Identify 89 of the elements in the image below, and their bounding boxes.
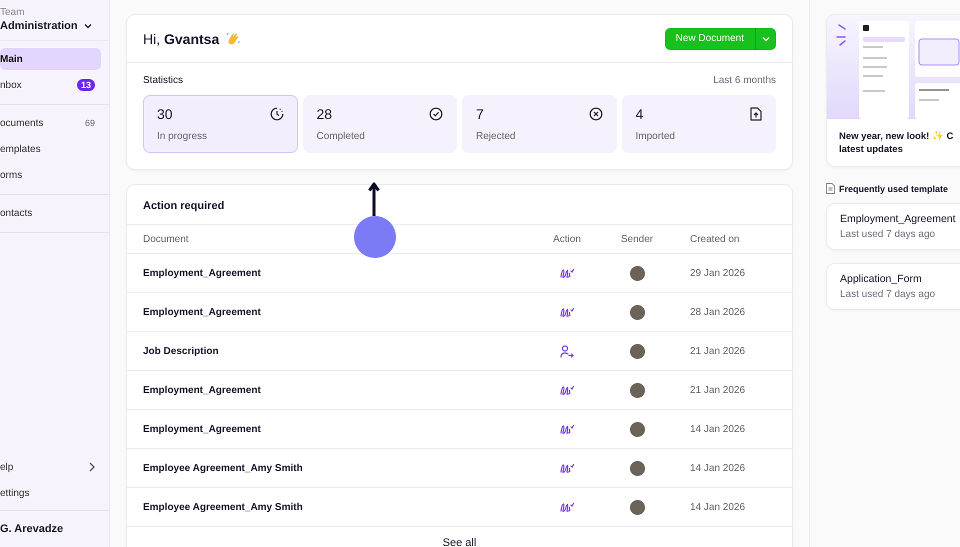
nav-item[interactable]: ocuments 69 (0, 112, 101, 134)
news-card[interactable]: New year, new look! ✨ C latest updates (826, 14, 960, 167)
signature-icon[interactable] (560, 384, 574, 396)
chevron-right-icon (89, 462, 95, 472)
date-text: 14 Jan 2026 (689, 462, 746, 474)
stat-label: Rejected (476, 131, 516, 142)
document-name[interactable]: Employment_Agreement (143, 306, 542, 318)
sender-avatar (630, 422, 644, 436)
section-title: Action required (143, 199, 224, 214)
date-text: 14 Jan 2026 (689, 502, 746, 512)
sender-avatar (630, 460, 644, 476)
up-arrow-icon (368, 181, 380, 217)
chevron-down-icon (84, 23, 92, 29)
sender-avatar (630, 500, 644, 514)
stat-card[interactable]: 28 Completed (302, 95, 457, 153)
document-name[interactable]: Employment_Agreement (143, 424, 542, 434)
check-circle-icon (429, 107, 443, 121)
sender-avatar (630, 344, 644, 358)
stat-card[interactable]: 7 Rejected (462, 95, 616, 153)
template-card[interactable]: Application_Form Last used 7 days ago (826, 263, 960, 310)
date-text: 28 Jan 2026 (689, 306, 746, 318)
sender-avatar (630, 266, 644, 280)
nav-item[interactable]: orms (0, 164, 101, 186)
user-name[interactable]: G. Arevadze (0, 511, 109, 547)
nav-label: ocuments (0, 118, 44, 128)
signature-icon[interactable] (560, 502, 574, 512)
nav-label: elp (0, 462, 14, 472)
caret-icon (762, 36, 770, 42)
signature-icon[interactable] (560, 306, 574, 318)
templates-title: Frequently used template (839, 184, 948, 194)
stat-value: 28 (316, 106, 332, 122)
document-icon (826, 183, 835, 194)
stat-value: 30 (157, 106, 173, 122)
date-text: 29 Jan 2026 (689, 268, 746, 278)
nav-label: orms (0, 170, 22, 180)
stat-value: 7 (476, 106, 484, 122)
nav-item[interactable]: Main (0, 48, 101, 70)
document-name[interactable]: Employee Agreement_Amy Smith (143, 502, 542, 512)
team-label: Team (0, 7, 26, 18)
item-count: 69 (84, 118, 95, 128)
sender-avatar (630, 304, 644, 320)
nav-item[interactable]: ontacts (0, 202, 101, 224)
date-text: 21 Jan 2026 (689, 346, 746, 356)
column-header: Sender (620, 234, 654, 244)
document-name[interactable]: Employee Agreement_Amy Smith (143, 462, 542, 474)
greeting: Hi, Gvantsa (143, 30, 220, 46)
template-name: Employment_Agreement (840, 213, 957, 225)
signature-icon[interactable] (560, 268, 574, 278)
signature-icon[interactable] (560, 424, 574, 434)
clock-icon (270, 107, 284, 121)
nav-label: nbox (0, 80, 22, 90)
nav-item[interactable]: emplates (0, 138, 101, 160)
sender-avatar (630, 382, 644, 398)
x-circle-icon (588, 107, 602, 121)
signature-icon[interactable] (560, 462, 574, 474)
nav-item[interactable]: elp (0, 456, 101, 478)
template-card[interactable]: Employment_Agreement Last used 7 days ago (826, 203, 960, 250)
template-name: Application_Form (840, 273, 923, 285)
stat-card[interactable]: 4 Imported (622, 95, 776, 153)
period-label: Last 6 months (713, 75, 776, 86)
column-header: Action (552, 234, 582, 244)
date-text: 21 Jan 2026 (689, 384, 746, 396)
stat-value: 4 (636, 106, 644, 122)
nav-label: ontacts (0, 208, 32, 218)
see-all-link[interactable]: See all (127, 526, 792, 547)
stat-label: In progress (157, 131, 208, 142)
waving-hand-icon (225, 30, 242, 46)
nav-label: ettings (0, 488, 30, 498)
stat-label: Completed (316, 131, 366, 142)
column-header: Document (143, 234, 190, 244)
document-name[interactable]: Job Description (143, 346, 542, 356)
document-name[interactable]: Employment_Agreement (143, 384, 542, 396)
nav-item[interactable]: nbox 13 (0, 74, 101, 96)
column-header: Created on (689, 234, 740, 244)
stat-card[interactable]: 30 In progress (143, 95, 298, 153)
statistics-title: Statistics (143, 75, 184, 86)
file-upload-icon (750, 107, 762, 121)
team-switcher[interactable]: Administration (0, 20, 109, 32)
document-name[interactable]: Employment_Agreement (143, 268, 542, 278)
user-arrow-icon[interactable] (560, 344, 574, 358)
count-badge: 13 (76, 79, 95, 91)
last-used-text: Last used 7 days ago (840, 289, 936, 300)
nav-label: emplates (0, 144, 41, 154)
last-used-text: Last used 7 days ago (840, 229, 936, 240)
stat-label: Imported (636, 131, 676, 142)
nav-item[interactable]: ettings (0, 482, 101, 504)
news-text: New year, new look! ✨ C latest updates (838, 130, 954, 157)
date-text: 14 Jan 2026 (689, 424, 746, 434)
nav-label: Main (0, 54, 23, 64)
